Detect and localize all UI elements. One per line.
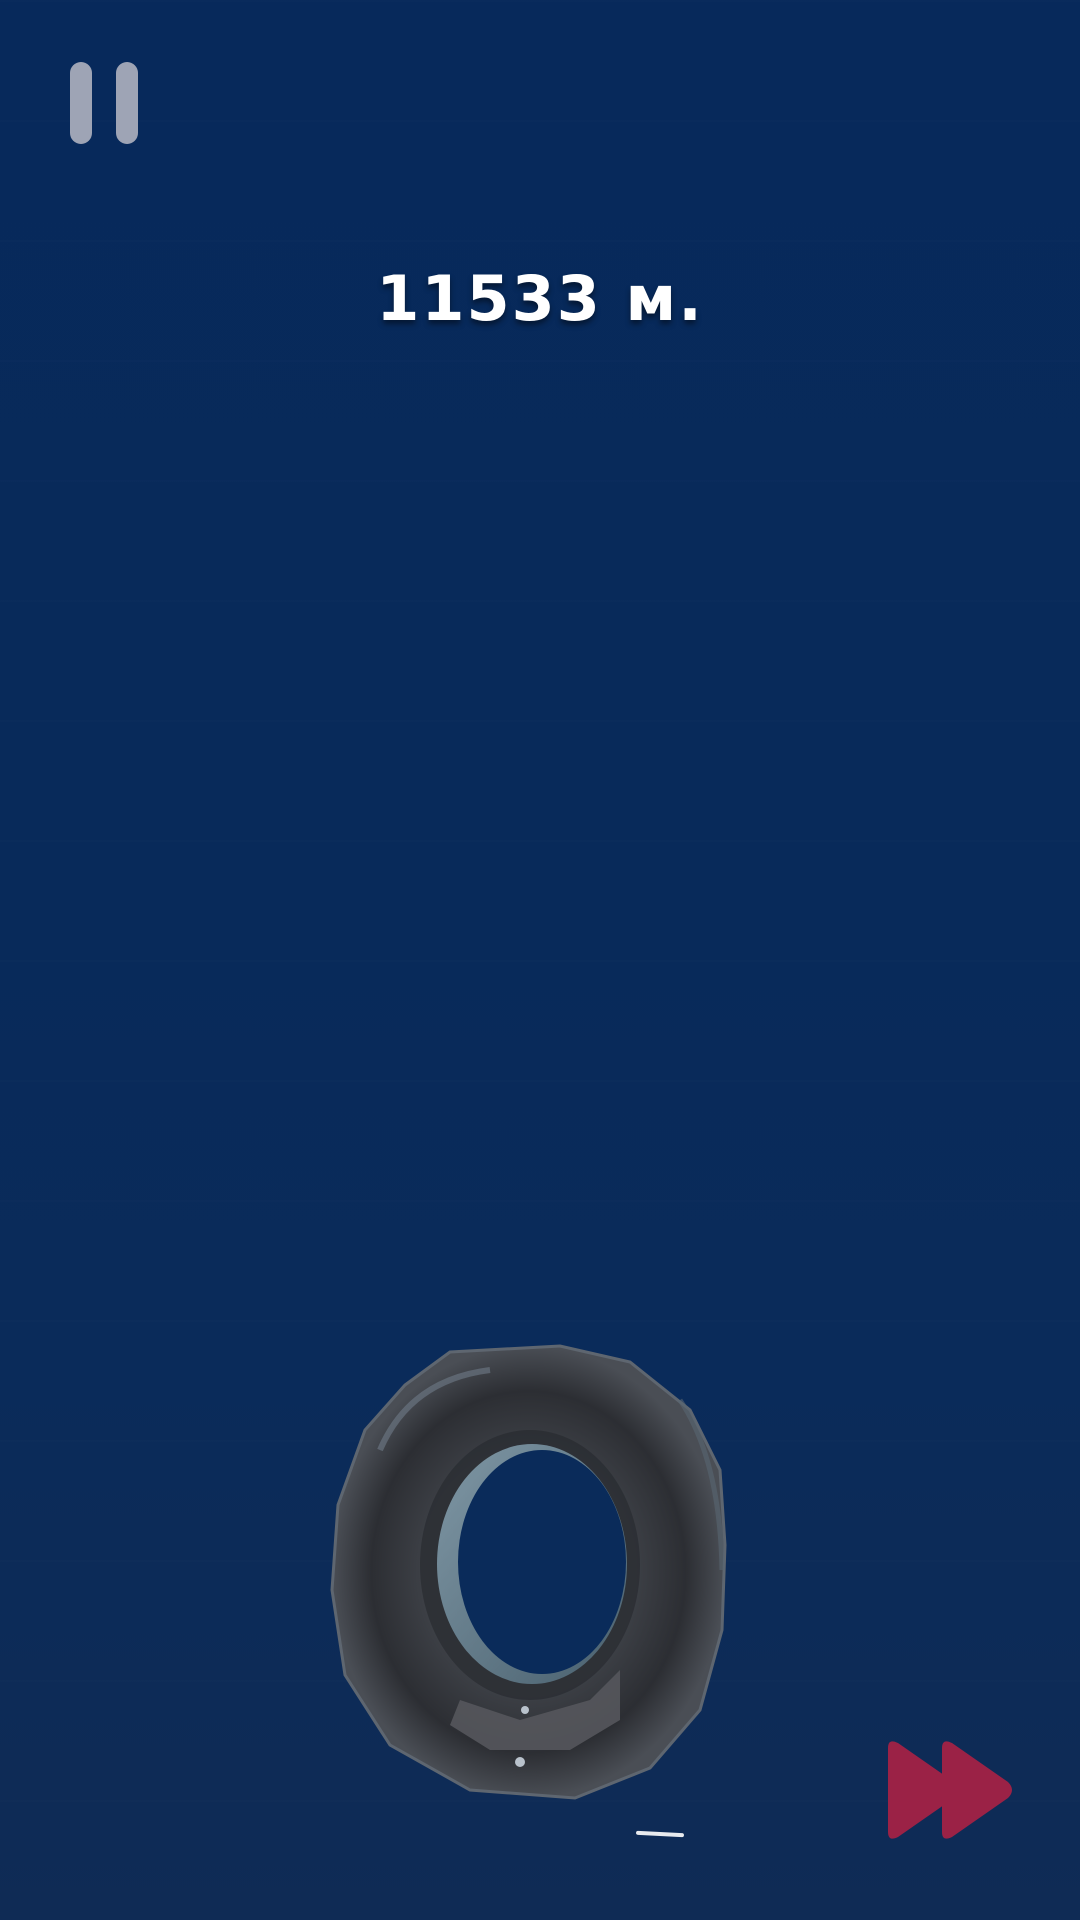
pause-icon-left-bar — [70, 62, 92, 144]
fast-forward-icon — [888, 1741, 1012, 1839]
game-screen: 11533 м. — [0, 0, 1080, 1920]
distance-counter: 11533 м. — [376, 262, 704, 335]
fast-forward-button[interactable] — [884, 1738, 1016, 1842]
tire-object — [330, 1344, 727, 1800]
ground-mark — [635, 1830, 685, 1838]
pause-icon-right-bar — [116, 62, 138, 144]
pause-button[interactable] — [70, 62, 138, 144]
